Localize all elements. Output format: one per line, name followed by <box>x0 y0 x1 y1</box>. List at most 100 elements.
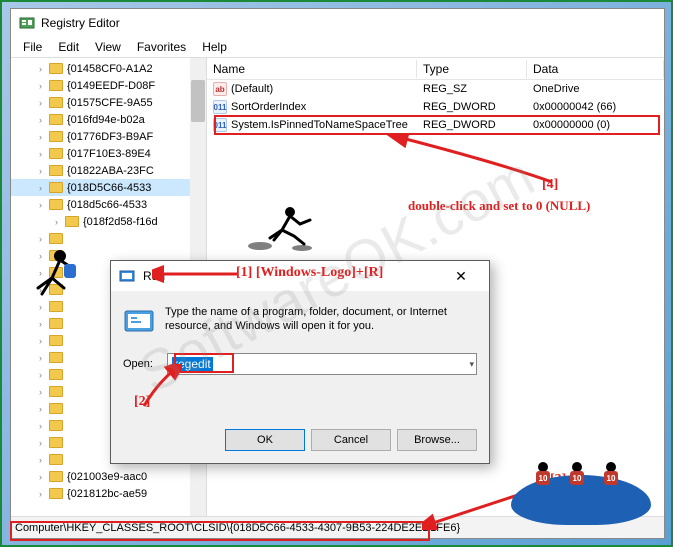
header-type[interactable]: Type <box>417 60 527 78</box>
menu-edit[interactable]: Edit <box>50 38 87 56</box>
folder-icon <box>49 454 63 465</box>
value-type: REG_SZ <box>417 83 527 95</box>
run-icon <box>119 268 135 284</box>
chevron-right-icon: › <box>39 404 49 414</box>
cancel-button[interactable]: Cancel <box>311 429 391 451</box>
list-row[interactable]: ab(Default) REG_SZ OneDrive <box>207 80 664 98</box>
value-name: System.IsPinnedToNameSpaceTree <box>231 119 408 131</box>
chevron-right-icon: › <box>39 319 49 329</box>
tree-item-selected[interactable]: › {018D5C66-4533 <box>11 179 206 196</box>
tree-item[interactable]: › {018d5c66-4533 <box>11 196 206 213</box>
open-combobox[interactable]: regedit ▾ <box>167 353 477 375</box>
tree-label: {01822ABA-23FC <box>67 165 154 177</box>
titlebar: Registry Editor <box>11 9 664 37</box>
folder-icon <box>49 386 63 397</box>
chevron-right-icon: › <box>39 285 49 295</box>
menubar: File Edit View Favorites Help <box>11 37 664 57</box>
reg-dword-icon: 011 <box>213 100 227 114</box>
folder-icon <box>49 403 63 414</box>
tree-scroll-thumb[interactable] <box>191 80 205 122</box>
menu-favorites[interactable]: Favorites <box>129 38 194 56</box>
folder-icon <box>49 114 63 125</box>
list-row[interactable]: 011System.IsPinnedToNameSpaceTree REG_DW… <box>207 116 664 134</box>
tree-item[interactable]: › {0149EEDF-D08F <box>11 77 206 94</box>
folder-icon <box>49 250 63 261</box>
chevron-right-icon: › <box>39 455 49 465</box>
menu-view[interactable]: View <box>87 38 129 56</box>
value-name: (Default) <box>231 83 273 95</box>
chevron-right-icon: › <box>39 421 49 431</box>
tree-label: {018d5c66-4533 <box>67 199 147 211</box>
value-name: SortOrderIndex <box>231 101 306 113</box>
menu-file[interactable]: File <box>15 38 50 56</box>
folder-icon <box>49 352 63 363</box>
chevron-right-icon: › <box>39 472 49 482</box>
tree-label: {01776DF3-B9AF <box>67 131 153 143</box>
regedit-icon <box>19 15 35 31</box>
chevron-right-icon: › <box>39 234 49 244</box>
close-button[interactable]: ✕ <box>441 268 481 285</box>
folder-icon <box>49 420 63 431</box>
browse-button[interactable]: Browse... <box>397 429 477 451</box>
tree-label: {018f2d58-f16d <box>83 216 158 228</box>
folder-icon <box>65 216 79 227</box>
tree-item[interactable]: ›{018f2d58-f16d <box>11 213 206 230</box>
header-name[interactable]: Name <box>207 60 417 78</box>
tree-item[interactable]: › <box>11 230 206 247</box>
folder-icon <box>49 182 63 193</box>
chevron-right-icon: › <box>39 251 49 261</box>
value-type: REG_DWORD <box>417 119 527 131</box>
tree-label: {017F10E3-89E4 <box>67 148 151 160</box>
chevron-right-icon: › <box>39 166 49 176</box>
run-description: Type the name of a program, folder, docu… <box>165 305 477 337</box>
tree-label: {021812bc-ae59 <box>67 488 147 500</box>
tree-label: {0149EEDF-D08F <box>67 80 155 92</box>
value-data: OneDrive <box>527 83 664 95</box>
folder-icon <box>49 369 63 380</box>
statusbar: Computer\HKEY_CLASSES_ROOT\CLSID\{018D5C… <box>11 516 664 538</box>
folder-icon <box>49 301 63 312</box>
tree-label: {016fd94e-b02a <box>67 114 145 126</box>
chevron-right-icon: › <box>39 115 49 125</box>
tree-item[interactable]: ›{021003e9-aac0 <box>11 468 206 485</box>
tree-label: {018D5C66-4533 <box>67 182 151 194</box>
chevron-right-icon: › <box>39 302 49 312</box>
chevron-right-icon: › <box>39 387 49 397</box>
chevron-right-icon: › <box>39 149 49 159</box>
tree-label: {01575CFE-9A55 <box>67 97 153 109</box>
menu-help[interactable]: Help <box>194 38 235 56</box>
chevron-right-icon: › <box>39 183 49 193</box>
tree-item[interactable]: › {016fd94e-b02a <box>11 111 206 128</box>
value-data: 0x00000042 (66) <box>527 101 664 113</box>
open-label: Open: <box>123 358 159 370</box>
tree-item[interactable]: › {017F10E3-89E4 <box>11 145 206 162</box>
run-dialog: Run ✕ Type the name of a program, folder… <box>110 260 490 464</box>
chevron-right-icon: › <box>39 81 49 91</box>
address-path: Computer\HKEY_CLASSES_ROOT\CLSID\{018D5C… <box>15 522 460 534</box>
header-data[interactable]: Data <box>527 60 664 78</box>
folder-icon <box>49 471 63 482</box>
tree-label: {01458CF0-A1A2 <box>67 63 153 75</box>
list-row[interactable]: 011SortOrderIndex REG_DWORD 0x00000042 (… <box>207 98 664 116</box>
chevron-right-icon: › <box>39 200 49 210</box>
run-titlebar: Run ✕ <box>111 261 489 291</box>
chevron-right-icon: › <box>39 353 49 363</box>
folder-icon <box>49 80 63 91</box>
chevron-down-icon[interactable]: ▾ <box>469 359 474 370</box>
tree-item[interactable]: › {01575CFE-9A55 <box>11 94 206 111</box>
folder-icon <box>49 284 63 295</box>
tree-item[interactable]: › {021812bc-ae59 <box>11 485 206 502</box>
tree-item[interactable]: › {01822ABA-23FC <box>11 162 206 179</box>
chevron-right-icon: › <box>39 489 49 499</box>
ok-button[interactable]: OK <box>225 429 305 451</box>
tree-item[interactable]: ›{01776DF3-B9AF <box>11 128 206 145</box>
tree-item[interactable]: ›{01458CF0-A1A2 <box>11 60 206 77</box>
chevron-right-icon: › <box>39 98 49 108</box>
open-value: regedit <box>172 357 213 371</box>
folder-icon <box>49 437 63 448</box>
chevron-right-icon: › <box>39 438 49 448</box>
folder-icon <box>49 131 63 142</box>
run-title-text: Run <box>143 269 441 283</box>
folder-icon <box>49 148 63 159</box>
window-title: Registry Editor <box>41 16 120 30</box>
